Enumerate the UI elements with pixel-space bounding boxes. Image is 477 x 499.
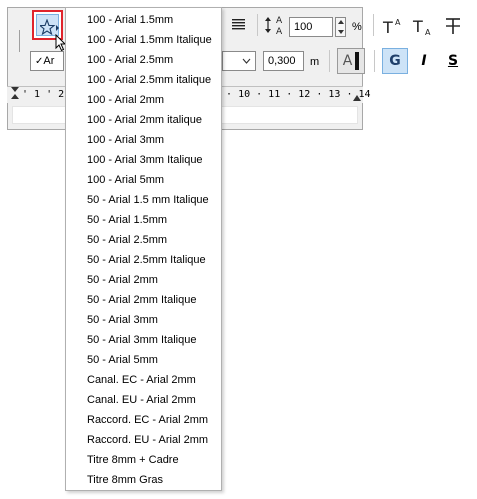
- toolbar-separator: [257, 14, 258, 36]
- menu-item[interactable]: 50 - Arial 1.5 mm Italique: [66, 190, 221, 210]
- menu-item[interactable]: Canal. EU - Arial 2mm: [66, 390, 221, 410]
- chevron-down-icon: [242, 58, 251, 64]
- font-name-combo[interactable]: ✓Ar: [30, 51, 64, 71]
- menu-item[interactable]: 50 - Arial 3mm: [66, 310, 221, 330]
- text-color-button[interactable]: A: [337, 48, 365, 74]
- menu-item[interactable]: 100 - Arial 2.5mm: [66, 50, 221, 70]
- menu-item[interactable]: 100 - Arial 2mm italique: [66, 110, 221, 130]
- align-justify-icon[interactable]: [231, 18, 247, 30]
- stepper-up-icon: [338, 20, 344, 24]
- menu-item[interactable]: Titre 8mm + Cadre: [66, 450, 221, 470]
- menu-item[interactable]: 50 - Arial 2.5mm Italique: [66, 250, 221, 270]
- svg-text:A: A: [276, 27, 283, 35]
- line-spacing-input[interactable]: 100: [289, 17, 333, 37]
- toolbar-separator: [19, 30, 20, 52]
- menu-item[interactable]: 50 - Arial 2mm: [66, 270, 221, 290]
- menu-item[interactable]: 100 - Arial 3mm Italique: [66, 150, 221, 170]
- superscript-icon: T A: [382, 18, 401, 36]
- text-height-unit: m: [310, 56, 320, 68]
- favorites-button-face: [36, 14, 59, 36]
- line-spacing-stepper[interactable]: [335, 17, 346, 37]
- toolbar-separator: [373, 14, 374, 36]
- svg-text:A: A: [425, 28, 431, 36]
- text-color-label: A: [342, 53, 353, 69]
- menu-item[interactable]: 100 - Arial 1.5mm: [66, 10, 221, 30]
- subscript-button[interactable]: T A: [411, 14, 435, 38]
- menu-item[interactable]: Raccord. EC - Arial 2mm: [66, 410, 221, 430]
- favorites-dropdown-menu: 100 - Arial 1.5mm 100 - Arial 1.5mm Itali…: [65, 7, 222, 491]
- font-name-value: Ar: [43, 55, 55, 67]
- strikethrough-toolbar-button[interactable]: [441, 14, 465, 38]
- menu-item[interactable]: 50 - Arial 1.5mm: [66, 210, 221, 230]
- menu-item[interactable]: 100 - Arial 2.5mm italique: [66, 70, 221, 90]
- menu-item[interactable]: 50 - Arial 2mm Italique: [66, 290, 221, 310]
- superscript-button[interactable]: T A: [381, 14, 405, 38]
- strikethrough-icon: [446, 18, 460, 34]
- toolbar-separator: [329, 50, 330, 72]
- bold-button[interactable]: G: [382, 48, 408, 74]
- svg-text:T: T: [412, 17, 423, 36]
- menu-item[interactable]: 50 - Arial 2.5mm: [66, 230, 221, 250]
- svg-text:A: A: [276, 16, 283, 26]
- line-spacing-unit: %: [352, 21, 362, 33]
- menu-item[interactable]: Canal. EC - Arial 2mm: [66, 370, 221, 390]
- subscript-icon: T A: [412, 17, 431, 36]
- stepper-down-icon: [338, 30, 344, 34]
- menu-item[interactable]: Titre 8mm Gras: [66, 470, 221, 490]
- svg-text:T: T: [382, 18, 393, 36]
- font-size-dropdown[interactable]: [222, 51, 256, 71]
- menu-item[interactable]: Raccord. EU - Arial 2mm: [66, 430, 221, 450]
- svg-text:A: A: [395, 18, 401, 27]
- underline-button[interactable]: S: [441, 49, 465, 73]
- favorites-list: 100 - Arial 1.5mm 100 - Arial 1.5mm Itali…: [66, 8, 221, 490]
- ruler-tick-labels: 9 · 10 · 11 · 12 · 13 · 14: [214, 89, 371, 100]
- italic-button[interactable]: I: [412, 49, 436, 73]
- text-color-swatch: [355, 52, 360, 70]
- menu-item[interactable]: 100 - Arial 2mm: [66, 90, 221, 110]
- right-margin-marker-icon[interactable]: [352, 94, 362, 102]
- ruler-tick-label: ' 1 ' 2: [22, 89, 65, 100]
- indent-marker-icon[interactable]: [10, 86, 20, 100]
- menu-item[interactable]: 100 - Arial 3mm: [66, 130, 221, 150]
- line-spacing-icon: A A: [265, 16, 283, 35]
- menu-item[interactable]: 50 - Arial 3mm Italique: [66, 330, 221, 350]
- toolbar-separator: [374, 50, 375, 72]
- menu-item[interactable]: 100 - Arial 5mm: [66, 170, 221, 190]
- text-height-input[interactable]: 0,300: [263, 51, 304, 71]
- menu-item[interactable]: 50 - Arial 5mm: [66, 350, 221, 370]
- menu-item[interactable]: 100 - Arial 1.5mm Italique: [66, 30, 221, 50]
